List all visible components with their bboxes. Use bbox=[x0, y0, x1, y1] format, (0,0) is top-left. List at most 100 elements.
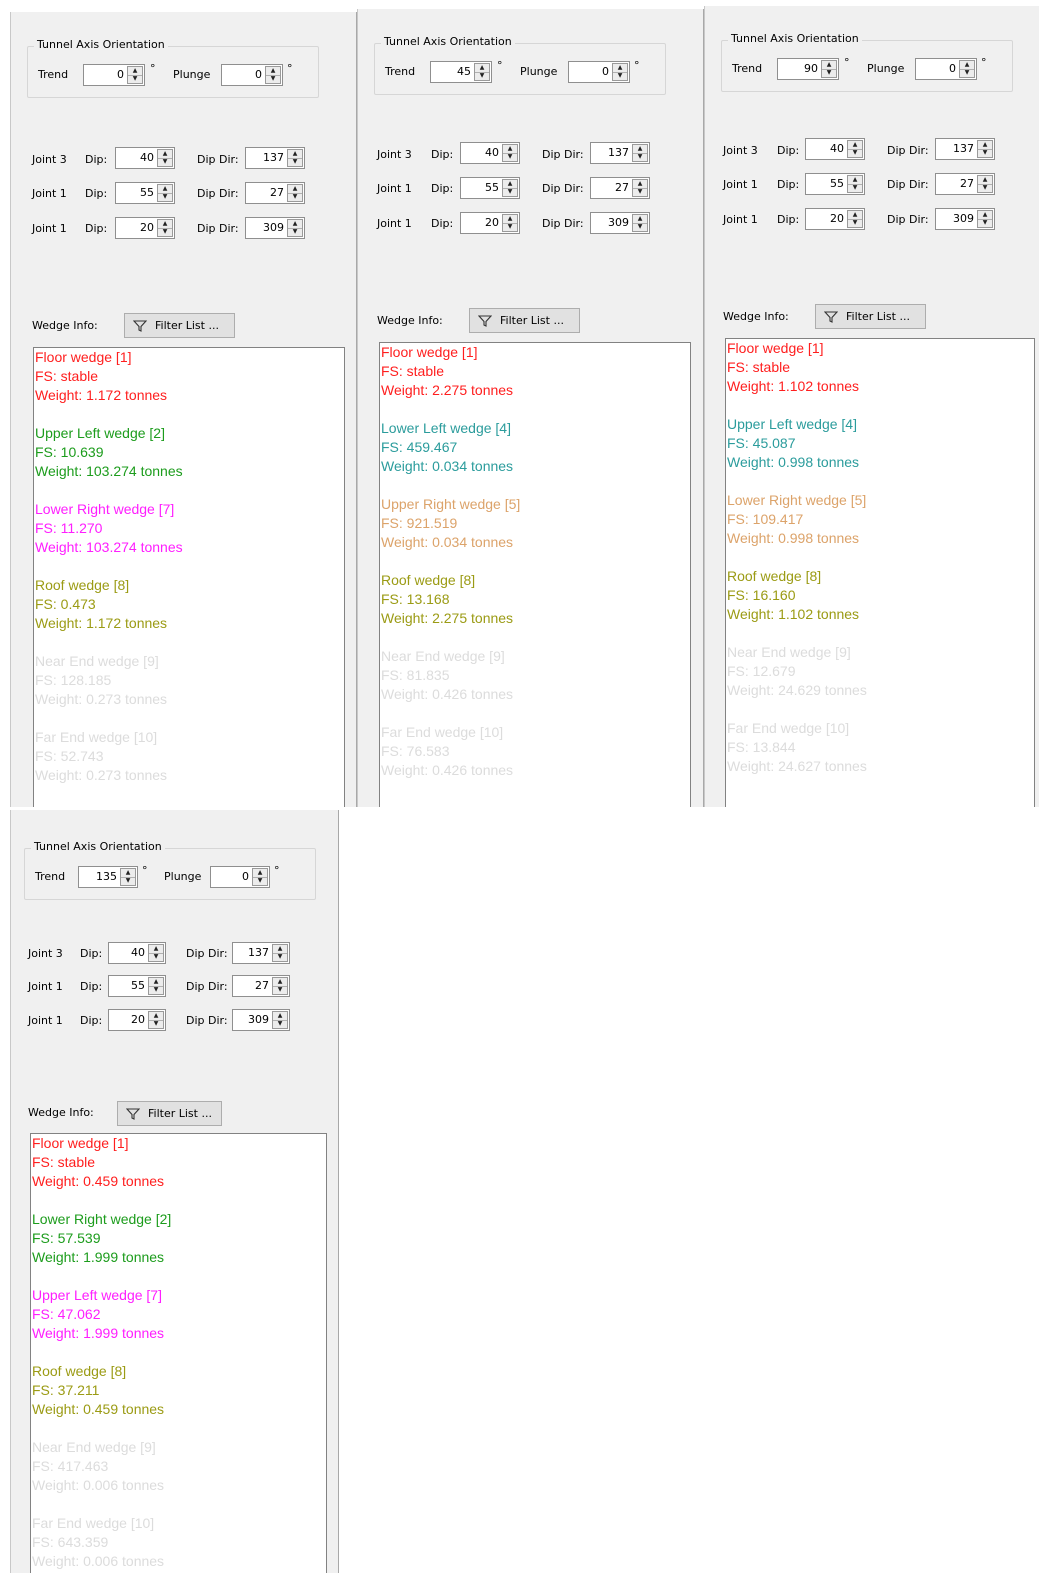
dip-value[interactable]: 20 bbox=[463, 216, 499, 229]
wedge-info-list[interactable]: Floor wedge [1] FS: stable Weight: 1.102 t… bbox=[725, 338, 1035, 807]
plunge-spinbox[interactable]: 0 ▲ ▼ bbox=[210, 866, 270, 888]
spin-down-icon[interactable]: ▼ bbox=[158, 228, 172, 236]
dip-spinbox[interactable]: 55 ▲ ▼ bbox=[115, 182, 175, 204]
dip-spinbox[interactable]: 40 ▲ ▼ bbox=[115, 147, 175, 169]
spin-down-icon[interactable]: ▼ bbox=[503, 223, 517, 231]
spin-down-icon[interactable]: ▼ bbox=[848, 219, 862, 227]
dip-dir-value[interactable]: 27 bbox=[938, 177, 974, 190]
dip-value[interactable]: 40 bbox=[111, 946, 145, 959]
dip-value[interactable]: 55 bbox=[111, 979, 145, 992]
spin-buttons[interactable]: ▲ ▼ bbox=[272, 944, 288, 962]
spin-down-icon[interactable]: ▼ bbox=[149, 1020, 163, 1028]
dip-dir-value[interactable]: 27 bbox=[248, 186, 284, 199]
spin-down-icon[interactable]: ▼ bbox=[273, 986, 287, 994]
spin-buttons[interactable]: ▲ ▼ bbox=[474, 63, 490, 81]
spin-buttons[interactable]: ▲ ▼ bbox=[148, 977, 164, 995]
dip-spinbox[interactable]: 55 ▲ ▼ bbox=[108, 975, 166, 997]
spin-down-icon[interactable]: ▼ bbox=[288, 193, 302, 201]
dip-dir-value[interactable]: 137 bbox=[248, 151, 284, 164]
spin-buttons[interactable]: ▲ ▼ bbox=[287, 184, 303, 202]
spin-down-icon[interactable]: ▼ bbox=[149, 986, 163, 994]
wedge-info-list[interactable]: Floor wedge [1] FS: stable Weight: 1.172 t… bbox=[33, 347, 345, 807]
spin-buttons[interactable]: ▲ ▼ bbox=[977, 175, 993, 193]
dip-dir-value[interactable]: 137 bbox=[938, 142, 974, 155]
plunge-spinbox[interactable]: 0 ▲ ▼ bbox=[915, 58, 977, 80]
dip-dir-spinbox[interactable]: 309 ▲ ▼ bbox=[245, 217, 305, 239]
dip-dir-spinbox[interactable]: 27 ▲ ▼ bbox=[935, 173, 995, 195]
spin-down-icon[interactable]: ▼ bbox=[253, 877, 267, 885]
spin-down-icon[interactable]: ▼ bbox=[158, 158, 172, 166]
plunge-spinbox[interactable]: 0 ▲ ▼ bbox=[568, 61, 630, 83]
spin-down-icon[interactable]: ▼ bbox=[960, 69, 974, 77]
spin-buttons[interactable]: ▲ ▼ bbox=[272, 977, 288, 995]
spin-buttons[interactable]: ▲ ▼ bbox=[502, 179, 518, 197]
plunge-value[interactable]: 0 bbox=[571, 65, 609, 78]
spin-buttons[interactable]: ▲ ▼ bbox=[265, 66, 281, 84]
spin-down-icon[interactable]: ▼ bbox=[273, 953, 287, 961]
dip-spinbox[interactable]: 20 ▲ ▼ bbox=[115, 217, 175, 239]
dip-dir-spinbox[interactable]: 137 ▲ ▼ bbox=[245, 147, 305, 169]
spin-down-icon[interactable]: ▼ bbox=[121, 877, 135, 885]
dip-value[interactable]: 40 bbox=[118, 151, 154, 164]
spin-buttons[interactable]: ▲ ▼ bbox=[632, 214, 648, 232]
dip-dir-value[interactable]: 137 bbox=[235, 946, 269, 959]
dip-dir-value[interactable]: 309 bbox=[593, 216, 629, 229]
spin-buttons[interactable]: ▲ ▼ bbox=[157, 219, 173, 237]
dip-dir-spinbox[interactable]: 137 ▲ ▼ bbox=[590, 142, 650, 164]
spin-down-icon[interactable]: ▼ bbox=[848, 149, 862, 157]
spin-down-icon[interactable]: ▼ bbox=[128, 75, 142, 83]
dip-dir-spinbox[interactable]: 309 ▲ ▼ bbox=[935, 208, 995, 230]
spin-down-icon[interactable]: ▼ bbox=[158, 193, 172, 201]
dip-spinbox[interactable]: 55 ▲ ▼ bbox=[805, 173, 865, 195]
trend-spinbox[interactable]: 45 ▲ ▼ bbox=[430, 61, 492, 83]
spin-down-icon[interactable]: ▼ bbox=[266, 75, 280, 83]
spin-down-icon[interactable]: ▼ bbox=[633, 153, 647, 161]
dip-dir-value[interactable]: 309 bbox=[235, 1013, 269, 1026]
spin-down-icon[interactable]: ▼ bbox=[848, 184, 862, 192]
spin-buttons[interactable]: ▲ ▼ bbox=[632, 144, 648, 162]
dip-dir-spinbox[interactable]: 309 ▲ ▼ bbox=[590, 212, 650, 234]
dip-dir-spinbox[interactable]: 309 ▲ ▼ bbox=[232, 1009, 290, 1031]
trend-spinbox[interactable]: 90 ▲ ▼ bbox=[777, 58, 839, 80]
spin-down-icon[interactable]: ▼ bbox=[978, 219, 992, 227]
plunge-value[interactable]: 0 bbox=[213, 870, 249, 883]
spin-down-icon[interactable]: ▼ bbox=[978, 184, 992, 192]
spin-buttons[interactable]: ▲ ▼ bbox=[157, 184, 173, 202]
spin-buttons[interactable]: ▲ ▼ bbox=[120, 868, 136, 886]
plunge-value[interactable]: 0 bbox=[224, 68, 262, 81]
dip-value[interactable]: 55 bbox=[808, 177, 844, 190]
spin-down-icon[interactable]: ▼ bbox=[503, 188, 517, 196]
spin-down-icon[interactable]: ▼ bbox=[822, 69, 836, 77]
spin-buttons[interactable]: ▲ ▼ bbox=[148, 944, 164, 962]
dip-value[interactable]: 20 bbox=[118, 221, 154, 234]
spin-down-icon[interactable]: ▼ bbox=[613, 72, 627, 80]
spin-buttons[interactable]: ▲ ▼ bbox=[847, 140, 863, 158]
trend-value[interactable]: 0 bbox=[86, 68, 124, 81]
filter-list-button[interactable]: Filter List ... bbox=[469, 308, 580, 333]
dip-spinbox[interactable]: 40 ▲ ▼ bbox=[108, 942, 166, 964]
trend-spinbox[interactable]: 135 ▲ ▼ bbox=[78, 866, 138, 888]
spin-buttons[interactable]: ▲ ▼ bbox=[977, 140, 993, 158]
plunge-value[interactable]: 0 bbox=[918, 62, 956, 75]
dip-value[interactable]: 20 bbox=[808, 212, 844, 225]
trend-value[interactable]: 90 bbox=[780, 62, 818, 75]
spin-buttons[interactable]: ▲ ▼ bbox=[959, 60, 975, 78]
spin-down-icon[interactable]: ▼ bbox=[273, 1020, 287, 1028]
spin-down-icon[interactable]: ▼ bbox=[978, 149, 992, 157]
dip-dir-spinbox[interactable]: 27 ▲ ▼ bbox=[232, 975, 290, 997]
spin-buttons[interactable]: ▲ ▼ bbox=[612, 63, 628, 81]
dip-value[interactable]: 20 bbox=[111, 1013, 145, 1026]
spin-down-icon[interactable]: ▼ bbox=[475, 72, 489, 80]
dip-spinbox[interactable]: 40 ▲ ▼ bbox=[460, 142, 520, 164]
spin-down-icon[interactable]: ▼ bbox=[633, 223, 647, 231]
dip-dir-spinbox[interactable]: 27 ▲ ▼ bbox=[245, 182, 305, 204]
dip-spinbox[interactable]: 20 ▲ ▼ bbox=[805, 208, 865, 230]
dip-dir-value[interactable]: 309 bbox=[938, 212, 974, 225]
spin-buttons[interactable]: ▲ ▼ bbox=[252, 868, 268, 886]
dip-dir-value[interactable]: 137 bbox=[593, 146, 629, 159]
spin-buttons[interactable]: ▲ ▼ bbox=[502, 214, 518, 232]
wedge-info-list[interactable]: Floor wedge [1] FS: stable Weight: 0.459 t… bbox=[30, 1133, 327, 1573]
dip-value[interactable]: 40 bbox=[808, 142, 844, 155]
spin-down-icon[interactable]: ▼ bbox=[149, 953, 163, 961]
trend-value[interactable]: 135 bbox=[81, 870, 117, 883]
